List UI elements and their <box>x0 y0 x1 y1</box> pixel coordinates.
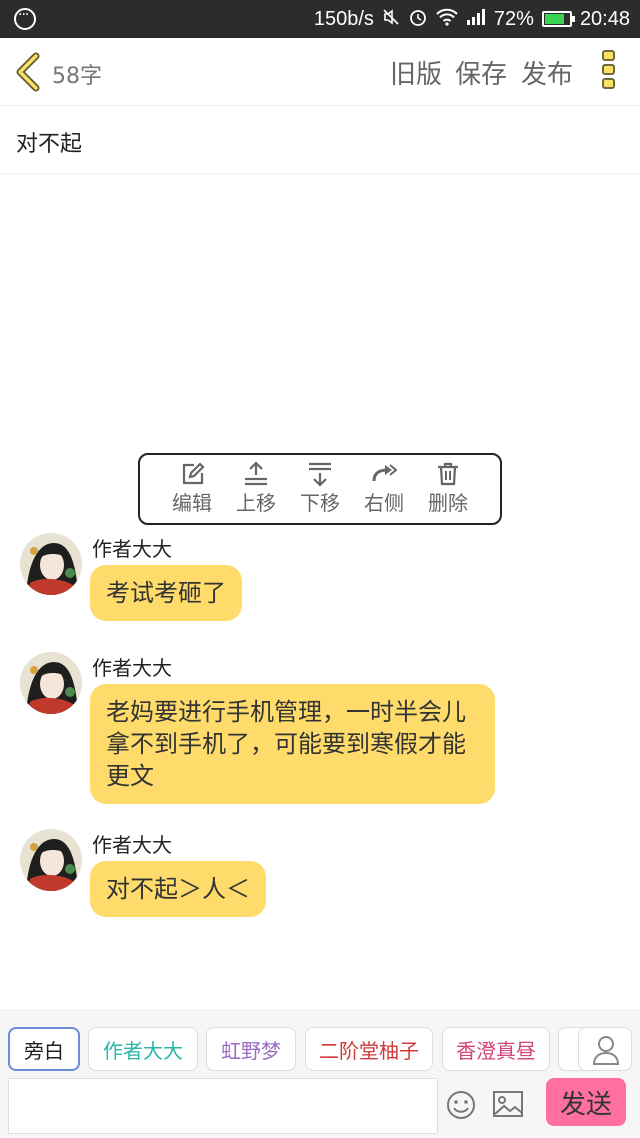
avatar[interactable] <box>20 829 82 891</box>
character-chip-nikaido[interactable]: 二阶堂柚子 <box>305 1027 433 1071</box>
sender-name: 作者大大 <box>92 537 172 561</box>
sender-name: 作者大大 <box>92 833 172 857</box>
character-chip-author[interactable]: 作者大大 <box>88 1027 198 1071</box>
network-speed: 150b/s <box>313 7 374 30</box>
clock: 20:48 <box>579 7 630 30</box>
move-down-icon <box>309 462 331 487</box>
more-menu-button[interactable] <box>602 50 618 94</box>
edit-label: 编辑 <box>172 491 212 515</box>
message-toolbar: 编辑 上移 下移 右侧 删除 <box>138 453 502 525</box>
edit-button[interactable]: 编辑 <box>164 461 220 523</box>
right-side-button[interactable]: 右侧 <box>356 461 412 523</box>
chip-label: 香澄真昼 <box>456 1038 536 1063</box>
right-side-label: 右侧 <box>364 491 404 515</box>
notification-dots-icon <box>14 7 36 30</box>
move-up-label: 上移 <box>236 491 276 515</box>
back-button[interactable] <box>12 52 46 92</box>
move-up-icon <box>245 461 267 486</box>
move-up-button[interactable]: 上移 <box>228 461 284 523</box>
avatar[interactable] <box>20 652 82 714</box>
delete-button[interactable]: 删除 <box>420 461 476 523</box>
battery-percent: 72% <box>493 7 534 30</box>
top-bar: 58字 旧版 保存 发布 <box>0 38 640 106</box>
status-bar-right: 150b/s 72% 20:48 <box>306 0 630 38</box>
old-version-button[interactable]: 旧版 <box>390 54 442 91</box>
message-bubble[interactable]: 对不起＞人＜ <box>90 861 266 917</box>
person-icon <box>592 1036 620 1065</box>
edit-icon <box>182 462 205 485</box>
battery-icon <box>541 11 575 27</box>
sender-name: 作者大大 <box>92 656 172 680</box>
move-down-button[interactable]: 下移 <box>292 461 348 523</box>
chip-label: 旁白 <box>24 1038 64 1063</box>
story-title[interactable]: 对不起 <box>16 126 82 158</box>
send-button[interactable]: 发送 <box>546 1078 626 1126</box>
signal-icon <box>466 8 486 30</box>
message-input[interactable] <box>8 1078 438 1134</box>
message-bubble[interactable]: 考试考砸了 <box>90 565 242 621</box>
delete-icon <box>438 462 458 486</box>
publish-button[interactable]: 发布 <box>521 54 573 91</box>
chip-label: 二阶堂柚子 <box>319 1038 419 1063</box>
chevron-left-icon <box>16 52 40 92</box>
manage-characters-button[interactable] <box>578 1027 632 1071</box>
mute-icon <box>382 8 400 31</box>
right-side-icon <box>372 464 397 482</box>
move-down-label: 下移 <box>300 491 340 515</box>
image-button[interactable] <box>492 1090 524 1118</box>
character-chip-kasumi[interactable]: 香澄真昼 <box>442 1027 550 1071</box>
title-row[interactable]: 对不起 <box>0 106 640 174</box>
message-bubble[interactable]: 老妈要进行手机管理，一时半会儿拿不到手机了，可能要到寒假才能更文 <box>90 684 495 804</box>
wifi-icon <box>436 8 458 31</box>
chip-label: 作者大大 <box>103 1038 183 1063</box>
character-chip-hongye[interactable]: 虹野梦 <box>206 1027 296 1071</box>
chip-label: 虹野梦 <box>221 1038 281 1063</box>
status-bar: 150b/s 72% 20:48 <box>0 0 640 38</box>
emoji-button[interactable] <box>446 1090 476 1120</box>
smiley-icon <box>447 1091 475 1119</box>
delete-label: 删除 <box>428 491 468 515</box>
input-bar: 发送 <box>0 1074 640 1138</box>
character-selector: 旁白 作者大大 虹野梦 二阶堂柚子 香澄真昼 <box>0 1010 640 1074</box>
alarm-icon <box>408 7 428 32</box>
avatar[interactable] <box>20 533 82 595</box>
save-button[interactable]: 保存 <box>455 54 507 91</box>
image-icon <box>493 1091 523 1117</box>
word-count: 58字 <box>52 64 102 89</box>
character-chip-narrator[interactable]: 旁白 <box>8 1027 80 1071</box>
